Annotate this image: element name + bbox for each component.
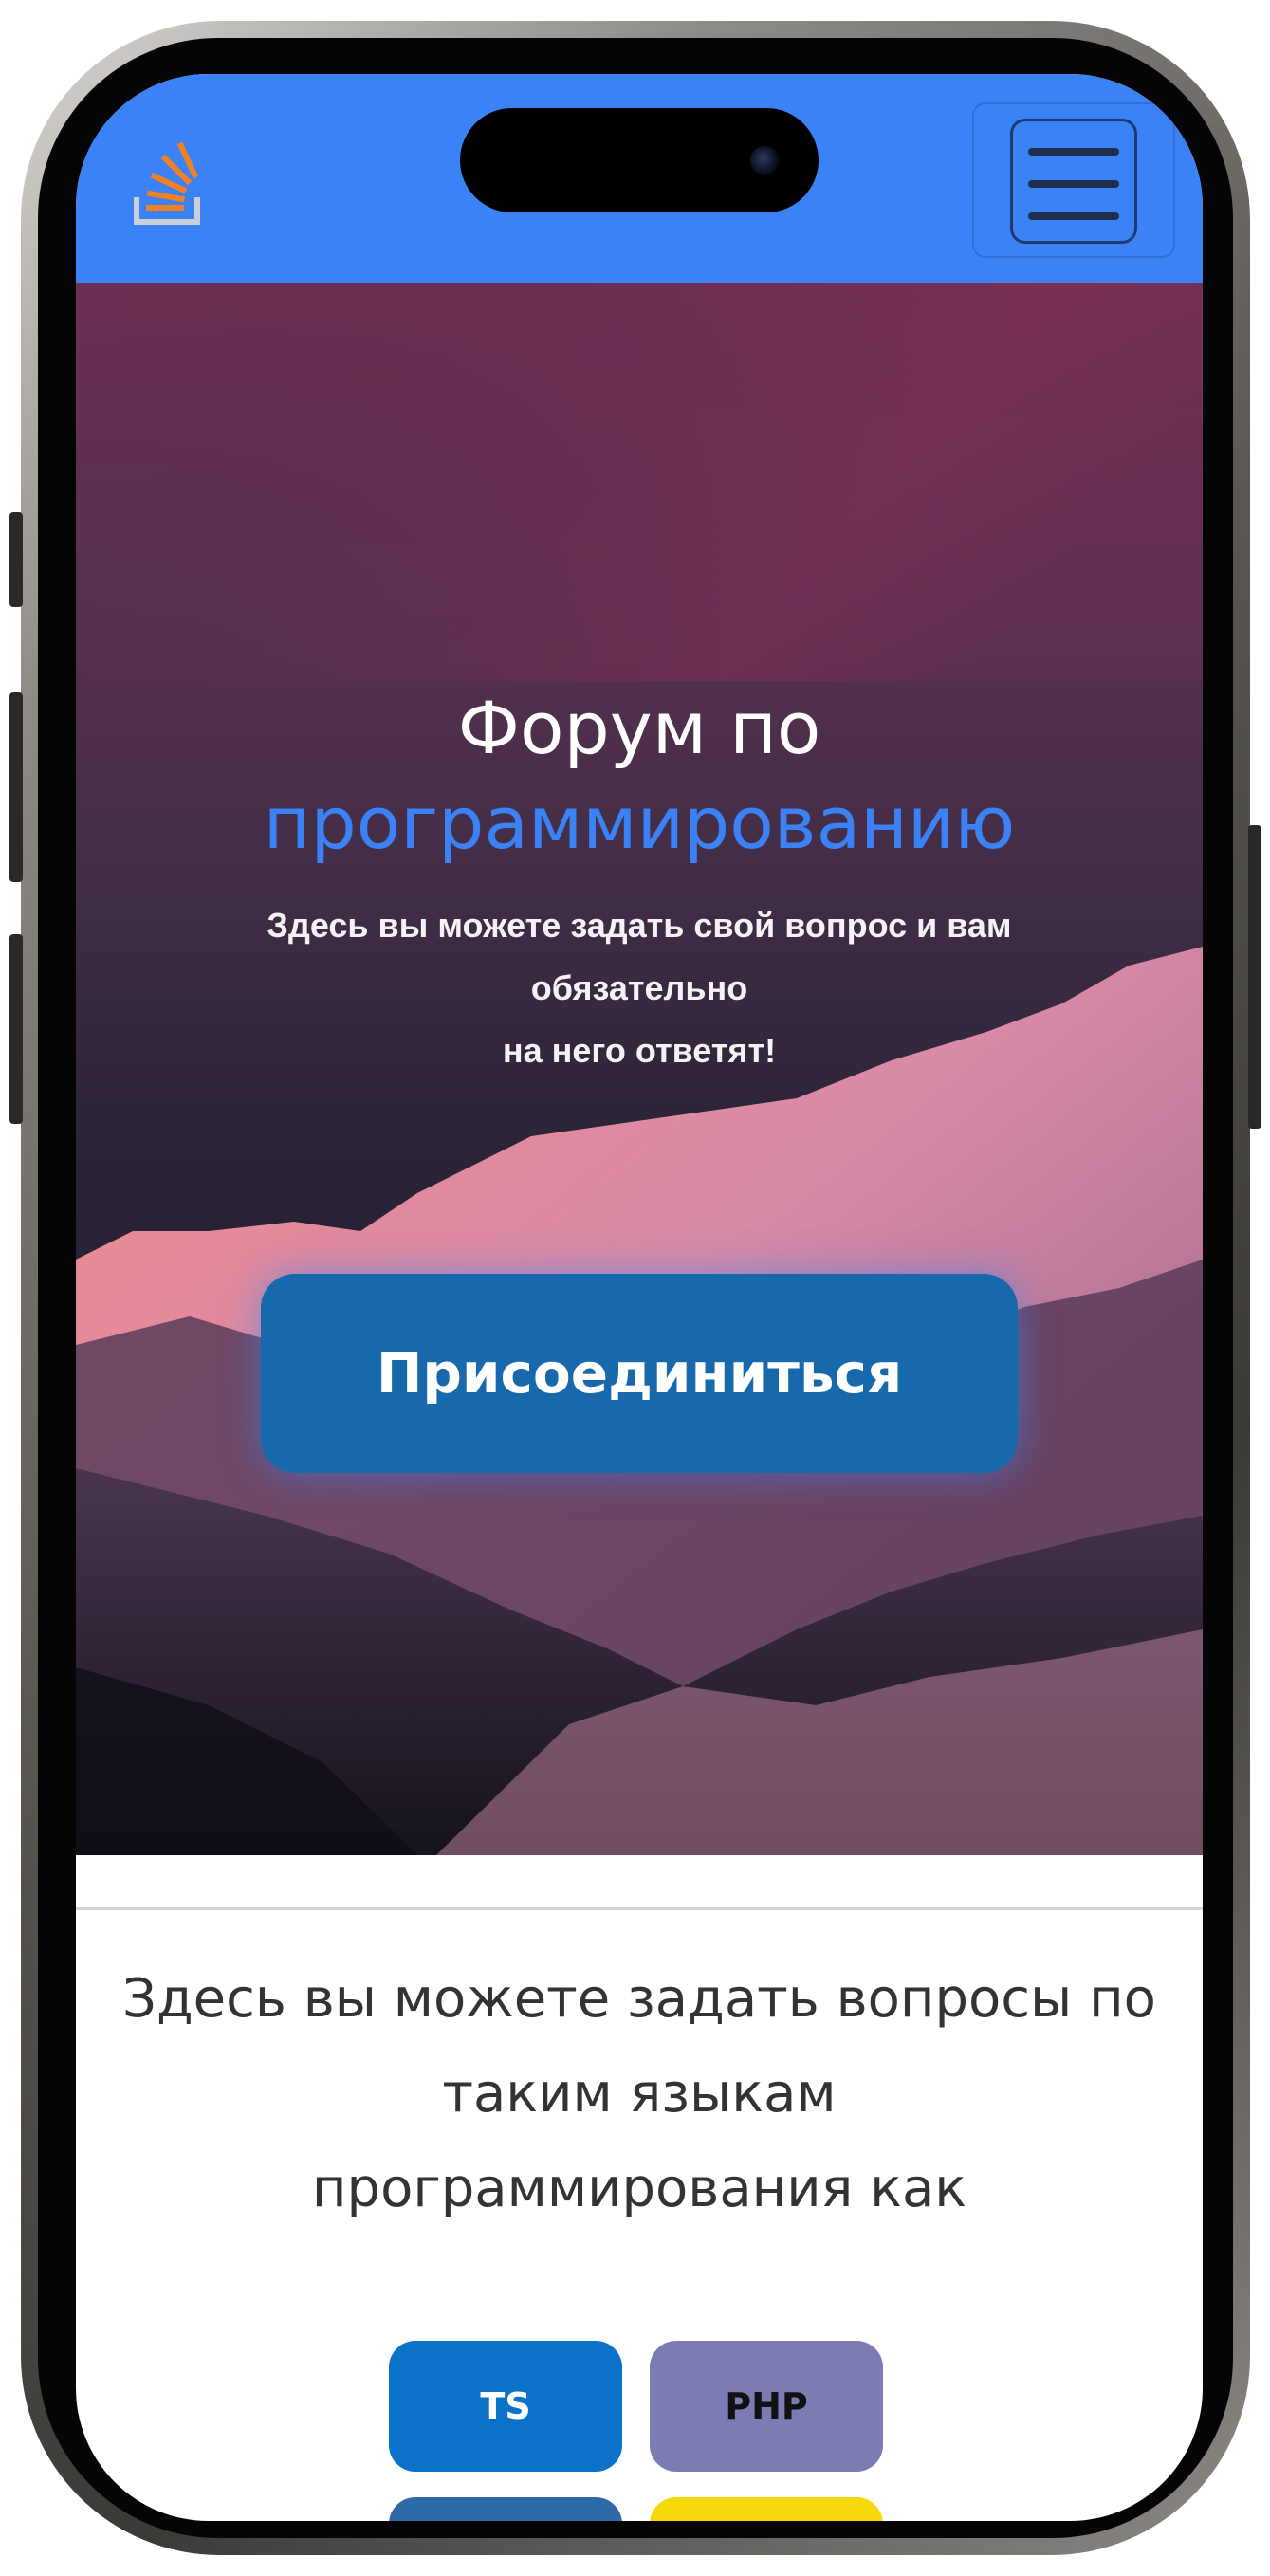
dynamic-island — [460, 108, 819, 212]
menu-toggle-wrapper — [972, 102, 1175, 258]
language-button[interactable] — [389, 2497, 622, 2521]
hero-subtitle-line3: на него ответят! — [502, 1031, 777, 1070]
language-button[interactable] — [650, 2497, 883, 2521]
section-divider — [76, 1907, 1203, 1910]
stack-overflow-logo-icon[interactable] — [131, 142, 207, 228]
hero-section: Форум по программированию Здесь вы может… — [76, 283, 1203, 1855]
intro-line3: программирования как — [311, 2158, 967, 2219]
language-button-ts[interactable]: TS — [389, 2341, 622, 2472]
menu-toggle-button[interactable] — [1010, 119, 1137, 244]
intro-line2: таким языкам — [442, 2063, 837, 2125]
phone-screen: Форум по программированию Здесь вы может… — [76, 74, 1203, 2521]
hero-title: Форум по программированию — [76, 681, 1203, 871]
hero-subtitle-line1: Здесь вы можете задать свой вопрос и вам — [267, 906, 1012, 945]
hero-subtitle-line2: обязательно — [530, 968, 748, 1007]
hero-title-line1: Форум по — [457, 686, 821, 770]
languages-intro: Здесь вы можете задать вопросы по таким … — [76, 1952, 1203, 2236]
camera-icon — [750, 146, 779, 175]
volume-down-button — [9, 934, 23, 1124]
hero-title-accent: программированию — [263, 781, 1016, 865]
intro-line1: Здесь вы можете задать вопросы по — [122, 1968, 1156, 2030]
action-button — [9, 512, 23, 607]
power-button — [1248, 825, 1261, 1129]
join-button[interactable]: Присоединиться — [261, 1274, 1018, 1473]
language-button-php[interactable]: PHP — [650, 2341, 883, 2472]
hero-subtitle: Здесь вы можете задать свой вопрос и вам… — [171, 894, 1108, 1082]
volume-up-button — [9, 692, 23, 882]
